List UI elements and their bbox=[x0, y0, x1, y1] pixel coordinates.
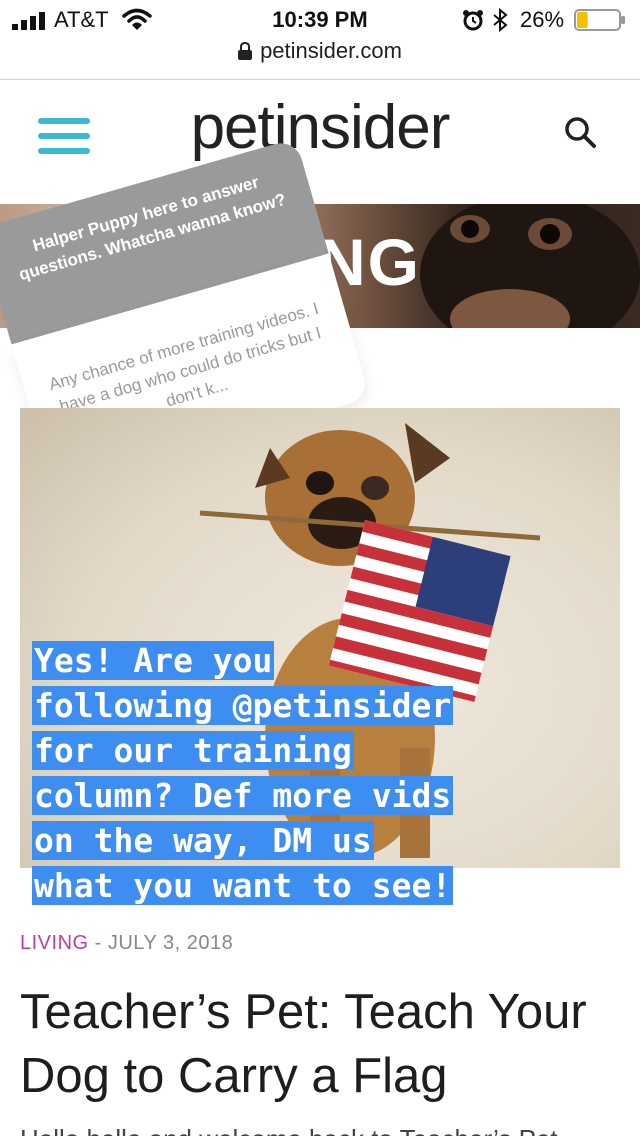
article-date: JULY 3, 2018 bbox=[107, 932, 234, 954]
article-teaser: Hello hello and welcome back to Teacher’… bbox=[20, 1124, 640, 1136]
bluetooth-icon bbox=[493, 8, 508, 32]
logo-insider: insider bbox=[273, 93, 451, 162]
meta-separator: - bbox=[88, 932, 108, 954]
search-icon[interactable] bbox=[562, 114, 598, 150]
article-headline[interactable]: Teacher’s Pet: Teach Your Dog to Carry a… bbox=[20, 980, 630, 1108]
hero-dog-image bbox=[420, 204, 640, 328]
toolbar-divider bbox=[0, 79, 640, 80]
site-logo[interactable]: petinsider bbox=[0, 92, 640, 163]
alarm-icon bbox=[463, 10, 483, 31]
answer-line: what you want to see! bbox=[32, 866, 454, 905]
battery-percent: 26% bbox=[520, 7, 565, 32]
battery-icon bbox=[574, 9, 625, 31]
lock-icon bbox=[238, 42, 253, 60]
category-link[interactable]: LIVING bbox=[20, 932, 89, 954]
url-bar[interactable]: petinsider.com bbox=[0, 38, 640, 74]
url-text: petinsider.com bbox=[260, 38, 402, 63]
answer-line: column? Def more vids bbox=[32, 776, 454, 815]
answer-line: Yes! Are you bbox=[32, 641, 275, 680]
answer-text: Yes! Are you following @petinsider for o… bbox=[32, 638, 592, 908]
status-bar: AT&T 10:39 PM 26% bbox=[0, 0, 640, 40]
article-meta: LIVING - JULY 3, 2018 bbox=[20, 932, 233, 955]
answer-line: on the way, DM us bbox=[32, 821, 374, 860]
answer-line: following @petinsider bbox=[32, 686, 454, 725]
answer-line: for our training bbox=[32, 731, 354, 770]
